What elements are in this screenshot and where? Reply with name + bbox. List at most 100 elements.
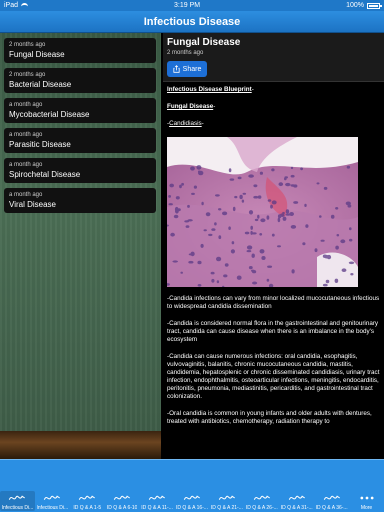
cell-nucleus <box>302 242 306 246</box>
wifi-icon <box>21 3 29 8</box>
tab-infectious-disease-2[interactable]: Infectious Di... <box>35 491 70 511</box>
candidiasis-link[interactable]: Candidiasis <box>169 120 202 127</box>
status-bar: iPad 3:19 PM 100% <box>0 0 384 11</box>
cell-nucleus <box>237 176 242 180</box>
tab-id-qa-1-5[interactable]: ID Q & A 1-5 <box>70 491 105 511</box>
cell-nucleus <box>253 184 258 188</box>
ecg-wave-icon <box>322 491 342 505</box>
cell-nucleus <box>251 269 255 272</box>
ecg-wave-icon <box>287 491 307 505</box>
cell-nucleus <box>228 226 231 230</box>
fungal-disease-link[interactable]: Fungal Disease <box>167 103 213 110</box>
cell-nucleus <box>305 224 309 228</box>
detail-title: Fungal Disease <box>167 37 241 48</box>
cell-nucleus <box>232 206 236 212</box>
cell-nucleus <box>215 194 220 197</box>
list-item-title: Bacterial Disease <box>9 80 72 89</box>
tab-id-qa-36[interactable]: ID Q & A 36-... <box>314 491 349 511</box>
tab-label: ID Q & A 36-... <box>315 505 348 511</box>
topic-list: 2 months ago Fungal Disease 2 months ago… <box>4 38 156 218</box>
cell-nucleus <box>181 182 184 186</box>
cell-nucleus <box>200 243 204 248</box>
ecg-wave-icon <box>147 491 167 505</box>
cell-nucleus <box>277 217 281 223</box>
list-item[interactable]: a month ago Spirochetal Disease <box>4 158 156 183</box>
tab-id-qa-21[interactable]: ID Q & A 21-... <box>209 491 244 511</box>
cell-nucleus <box>193 185 197 189</box>
cell-nucleus <box>248 266 253 270</box>
cell-nucleus <box>290 225 297 229</box>
status-time: 3:19 PM <box>174 2 201 9</box>
tab-id-qa-16[interactable]: ID Q & A 16-... <box>175 491 210 511</box>
tab-infectious-disease-1[interactable]: Infectious Di... <box>0 491 35 511</box>
cell-nucleus <box>216 280 220 284</box>
cell-nucleus <box>284 177 287 181</box>
cell-nucleus <box>190 251 195 257</box>
cell-nucleus <box>270 204 273 209</box>
nav-bar: Infectious Disease <box>0 11 384 33</box>
section-line: Fungal Disease- <box>167 103 380 111</box>
cell-nucleus <box>234 195 238 199</box>
list-item-time: a month ago <box>9 132 43 138</box>
list-item-time: 2 months ago <box>9 42 46 48</box>
cell-nucleus <box>231 241 235 245</box>
cell-nucleus <box>223 274 228 278</box>
topic-suffix: - <box>201 120 204 127</box>
cell-nucleus <box>304 203 307 207</box>
cell-nucleus <box>175 196 180 200</box>
share-button[interactable]: Share <box>167 61 207 77</box>
list-item[interactable]: a month ago Mycobacterial Disease <box>4 98 156 123</box>
ecg-wave-icon <box>112 491 132 505</box>
cell-nucleus <box>323 186 328 190</box>
list-item[interactable]: 2 months ago Fungal Disease <box>4 38 156 63</box>
list-item[interactable]: 2 months ago Bacterial Disease <box>4 68 156 93</box>
cell-nucleus <box>285 182 291 187</box>
cell-nucleus <box>259 233 263 236</box>
more-dots-icon <box>357 491 377 505</box>
cell-nucleus <box>266 278 270 282</box>
article-content: Infectious Disease Blueprint - Fungal Dis… <box>163 82 384 439</box>
cell-nucleus <box>244 231 250 235</box>
status-left: iPad <box>4 2 29 9</box>
cell-nucleus <box>216 256 222 262</box>
battery-fill <box>369 4 378 7</box>
tab-id-qa-31[interactable]: ID Q & A 31-... <box>279 491 314 511</box>
cell-nucleus <box>236 275 242 280</box>
device-name: iPad <box>4 2 19 9</box>
cell-nucleus <box>350 273 354 276</box>
cell-nucleus <box>260 218 266 223</box>
cell-nucleus <box>172 260 178 263</box>
cell-nucleus <box>242 192 247 195</box>
cell-nucleus <box>197 284 202 287</box>
tab-id-qa-26[interactable]: ID Q & A 26-... <box>244 491 279 511</box>
detail-header: Fungal Disease 2 months ago Share <box>163 33 384 82</box>
ecg-wave-icon <box>252 491 272 505</box>
tab-label: Infectious Di... <box>1 505 34 511</box>
list-item[interactable]: a month ago Viral Disease <box>4 188 156 213</box>
list-item-title: Mycobacterial Disease <box>9 110 90 119</box>
cell-nucleus <box>187 204 190 208</box>
cell-nucleus <box>208 233 213 237</box>
cell-nucleus <box>282 216 287 221</box>
cell-nucleus <box>345 201 351 206</box>
cell-nucleus <box>271 168 275 172</box>
cell-nucleus <box>248 174 254 178</box>
tab-label: ID Q & A 31-... <box>280 505 313 511</box>
tab-more[interactable]: More <box>349 491 384 511</box>
list-item[interactable]: a month ago Parasitic Disease <box>4 128 156 153</box>
detail-panel[interactable]: Fungal Disease 2 months ago Share Infect… <box>163 33 384 459</box>
list-item-title: Parasitic Disease <box>9 140 71 149</box>
blueprint-link[interactable]: Infectious Disease Blueprint <box>167 86 252 93</box>
detail-time: 2 months ago <box>167 50 204 56</box>
cell-nucleus <box>229 178 235 181</box>
cell-nucleus <box>254 218 259 222</box>
paragraph-4: -Oral candidia is common in young infant… <box>167 410 372 425</box>
tab-id-qa-11[interactable]: ID Q & A 11-... <box>140 491 175 511</box>
tab-id-qa-6-10[interactable]: ID Q & A 6-10 <box>105 491 140 511</box>
paragraph-1: -Candida infections can vary from minor … <box>167 295 380 310</box>
cell-nucleus <box>336 234 340 237</box>
cell-nucleus <box>203 229 207 232</box>
share-label: Share <box>182 65 202 73</box>
cell-nucleus <box>184 220 190 223</box>
cell-nucleus <box>282 211 285 215</box>
